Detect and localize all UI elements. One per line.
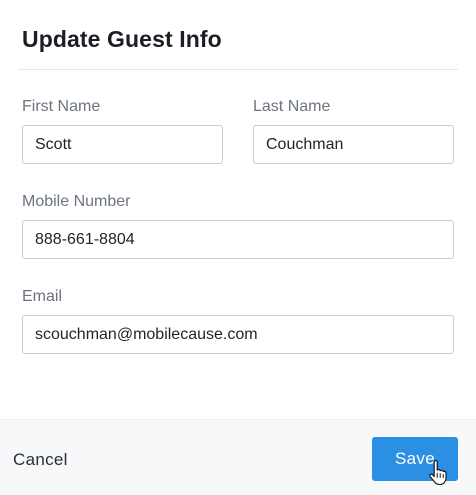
last-name-input[interactable] <box>253 125 454 164</box>
mobile-number-input[interactable] <box>22 220 454 259</box>
dialog-title: Update Guest Info <box>22 26 222 52</box>
update-guest-dialog: Update Guest Info First Name Last Name M… <box>0 0 476 495</box>
mobile-number-label: Mobile Number <box>22 193 131 210</box>
title-divider <box>18 69 458 70</box>
first-name-input[interactable] <box>22 125 223 164</box>
cancel-button[interactable]: Cancel <box>13 450 68 470</box>
email-input[interactable] <box>22 315 454 354</box>
first-name-label: First Name <box>22 98 101 115</box>
last-name-label: Last Name <box>253 98 331 115</box>
save-button[interactable]: Save <box>372 437 458 481</box>
email-label: Email <box>22 288 63 305</box>
dialog-footer: Cancel Save <box>0 419 476 495</box>
